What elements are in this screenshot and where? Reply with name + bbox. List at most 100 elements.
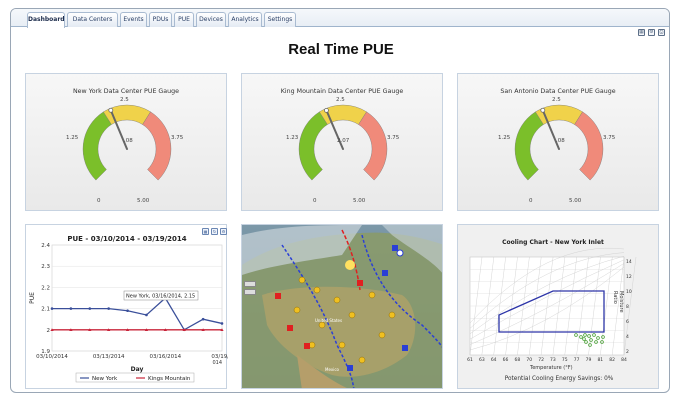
y-axis-label: PUE xyxy=(29,292,36,304)
data-point[interactable] xyxy=(107,307,110,310)
psy-x-tick: 79 xyxy=(586,357,592,363)
x-tick-label: 03/16/2014 xyxy=(149,354,181,360)
psy-y-tick: 10 xyxy=(626,289,632,295)
gauge-min-label: 0 xyxy=(97,198,101,204)
gauge-panel-new-york: New York Data Center PUE Gauge 2.5 1.25 … xyxy=(25,73,227,211)
psy-x-tick: 73 xyxy=(550,357,556,363)
gauge-q3-label: 3.75 xyxy=(387,135,400,141)
gauge-q3-label: 3.75 xyxy=(603,135,616,141)
legend-label[interactable]: New York xyxy=(92,376,118,382)
psy-x-tick: 63 xyxy=(479,357,485,363)
x-axis-label: Day xyxy=(131,366,144,373)
gauge-needle-tip xyxy=(108,107,114,113)
cooling-ylabel: Moisture Ratio xyxy=(612,291,624,313)
y-tick-label: 2 xyxy=(47,328,51,334)
psy-x-tick: 72 xyxy=(538,357,544,363)
gauge-value-label: .08 xyxy=(556,138,565,144)
psy-x-tick: 66 xyxy=(503,357,509,363)
map-label-us: United States xyxy=(315,318,343,323)
data-point[interactable] xyxy=(69,307,73,310)
gauge-mid-label: 2.5 xyxy=(336,97,345,103)
tab-dashboard[interactable]: Dashboard xyxy=(27,12,65,28)
sun-icon xyxy=(345,260,355,270)
app-window: Dashboard Data Centers Events PDUs PUE D… xyxy=(10,8,670,393)
psy-y-tick: 6 xyxy=(626,319,629,325)
print-icon[interactable]: ⎙ xyxy=(658,29,665,36)
gauge-q1-label: 1.25 xyxy=(498,135,511,141)
gauge-band-green xyxy=(82,111,112,181)
snow-icon xyxy=(396,249,404,257)
data-point[interactable] xyxy=(201,317,205,321)
gauge-q1-label: 1.25 xyxy=(66,135,79,141)
gauge-max-label: 5.00 xyxy=(137,198,150,204)
tab-pdus[interactable]: PDUs xyxy=(149,12,172,27)
psy-x-tick: 70 xyxy=(526,357,532,363)
gauge-min-label: 0 xyxy=(529,198,533,204)
map-zoom-control[interactable] xyxy=(244,281,256,287)
psy-x-tick: 84 xyxy=(621,357,627,363)
gauge-mid-label: 2.5 xyxy=(552,97,561,103)
map-zoom-control[interactable] xyxy=(244,289,256,295)
gauge-q1-label: 1.23 xyxy=(286,135,299,141)
map-canvas xyxy=(242,225,442,388)
gauge-band-green xyxy=(298,111,328,181)
gauge-mid-label: 2.5 xyxy=(120,97,129,103)
x-tick-label: 014 xyxy=(212,360,222,366)
tab-data-centers[interactable]: Data Centers xyxy=(67,12,118,27)
psy-x-tick: 75 xyxy=(562,357,568,363)
gauge-band-red xyxy=(142,111,172,181)
settings-icon[interactable]: ⚙ xyxy=(648,29,655,36)
data-point[interactable] xyxy=(220,322,224,325)
legend-label[interactable]: Kings Mountain xyxy=(148,376,191,382)
psy-y-tick: 4 xyxy=(626,334,629,340)
cooling-chart-panel: Cooling Chart - New York Inlet 61 63 64 66 6… xyxy=(457,224,659,389)
tab-pue[interactable]: PUE xyxy=(174,12,194,27)
grid-icon[interactable]: ▦ xyxy=(638,29,645,36)
cooling-xlabel: Temperature (°F) xyxy=(530,365,573,371)
data-point[interactable] xyxy=(88,307,92,310)
weather-map[interactable]: United States Mexico xyxy=(241,224,443,389)
y-tick-label: 2.4 xyxy=(41,243,50,249)
gauge-band-red xyxy=(574,111,604,181)
cooling-savings: Potential Cooling Energy Savings: 0% xyxy=(504,376,614,382)
x-tick-label: 03/13/2014 xyxy=(93,354,125,360)
gauge-min-label: 0 xyxy=(313,198,317,204)
gauge-max-label: 5.00 xyxy=(569,198,582,204)
pue-line-chart: 2.42.32.22.121.903/10/2014 03/13/2014 03/1… xyxy=(29,243,228,383)
psy-y-tick: 12 xyxy=(626,274,632,280)
gauge-panel-san-antonio: San Antonio Data Center PUE Gauge 2.5 1.… xyxy=(457,73,659,211)
tab-bar: Dashboard Data Centers Events PDUs PUE D… xyxy=(11,9,669,28)
gauge-value-label: 2.07 xyxy=(337,138,350,144)
gauge-band-green xyxy=(514,111,544,181)
gauge-needle-tip xyxy=(540,107,546,113)
y-tick-label: 2.3 xyxy=(41,264,50,270)
psy-x-tick: 61 xyxy=(467,357,473,363)
gauge-band-yellow xyxy=(319,104,367,125)
y-tick-label: 2.1 xyxy=(41,307,50,313)
tab-analytics[interactable]: Analytics xyxy=(228,12,262,27)
map-label-mexico: Mexico xyxy=(325,367,339,372)
psy-x-tick: 64 xyxy=(491,357,497,363)
psy-x-tick: 68 xyxy=(515,357,521,363)
chart-tooltip-text: New York, 03/16/2014, 2.15 xyxy=(126,294,195,300)
psy-y-tick: 14 xyxy=(626,259,632,265)
psy-y-tick: 2 xyxy=(626,349,629,355)
data-point[interactable] xyxy=(50,307,54,310)
x-tick-label: 03/10/2014 xyxy=(36,354,68,360)
page-title: Real Time PUE xyxy=(288,41,394,58)
gauge-value-label: .08 xyxy=(124,138,133,144)
tab-events[interactable]: Events xyxy=(120,12,147,27)
data-point[interactable] xyxy=(145,313,148,317)
gauge-needle-tip xyxy=(324,108,329,113)
data-point[interactable] xyxy=(126,309,129,313)
psy-x-tick: 81 xyxy=(597,357,603,363)
psy-y-tick: 8 xyxy=(626,304,629,310)
psy-x-tick: 77 xyxy=(574,357,580,363)
gauge-max-label: 5.00 xyxy=(353,198,366,204)
tab-settings[interactable]: Settings xyxy=(264,12,296,27)
y-tick-label: 2.2 xyxy=(41,285,50,291)
tab-devices[interactable]: Devices xyxy=(196,12,226,27)
pue-line-chart-panel: ▦ ↻ ⚙ PUE - 03/10/2014 - 03/19/2014 2.4 2… xyxy=(25,224,228,389)
gauge-q3-label: 3.75 xyxy=(171,135,184,141)
gauge-band-red xyxy=(358,111,388,181)
